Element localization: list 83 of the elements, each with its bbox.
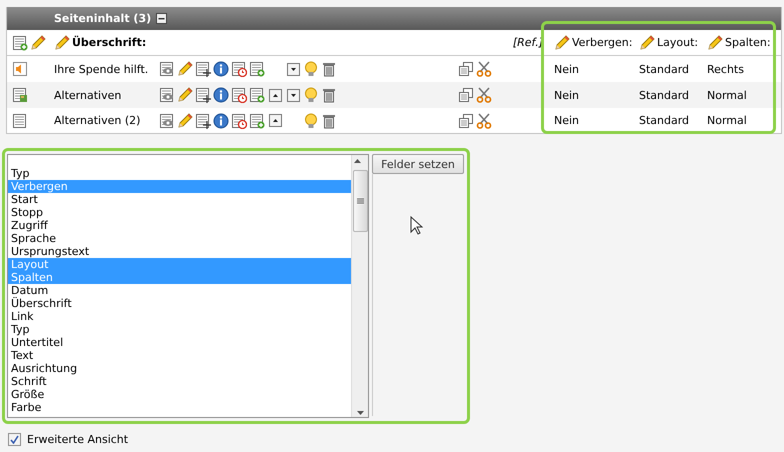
pencil-icon[interactable] — [30, 34, 46, 50]
move-down-icon[interactable] — [286, 62, 300, 76]
collapse-icon[interactable] — [156, 13, 168, 24]
add-icon[interactable] — [249, 61, 265, 77]
list-option[interactable]: Datum — [8, 284, 351, 297]
list-option[interactable]: Typ — [8, 167, 351, 180]
preview-icon[interactable] — [159, 87, 175, 103]
pencil-icon[interactable] — [639, 34, 655, 50]
pencil-icon[interactable] — [707, 34, 723, 50]
add-icon[interactable] — [249, 112, 265, 128]
info-icon[interactable] — [213, 112, 229, 128]
list-option[interactable]: Typ — [8, 323, 351, 336]
move-icon[interactable] — [195, 112, 211, 128]
clock-icon[interactable] — [231, 87, 247, 103]
pencil-icon[interactable] — [554, 34, 570, 50]
move-down-icon[interactable] — [286, 88, 300, 102]
copy-icon[interactable] — [458, 112, 474, 128]
pencil-icon[interactable] — [177, 61, 193, 77]
image-content-icon — [12, 87, 28, 103]
trash-icon[interactable] — [321, 61, 337, 77]
audio-icon — [12, 61, 28, 77]
lightbulb-icon[interactable] — [303, 112, 319, 128]
pencil-icon[interactable] — [54, 34, 70, 50]
clock-icon[interactable] — [231, 61, 247, 77]
list-option[interactable]: Schrift — [8, 375, 351, 388]
scissors-icon[interactable] — [476, 112, 492, 128]
scissors-icon[interactable] — [476, 87, 492, 103]
scissors-icon[interactable] — [476, 61, 492, 77]
move-icon[interactable] — [195, 61, 211, 77]
pencil-icon[interactable] — [177, 112, 193, 128]
mouse-pointer-icon — [410, 216, 423, 235]
clock-icon[interactable] — [231, 112, 247, 128]
move-icon[interactable] — [195, 87, 211, 103]
field-value: Standard — [639, 62, 690, 76]
list-option[interactable]: Start — [8, 193, 351, 206]
field-value: Nein — [554, 114, 580, 127]
field-value: Nein — [554, 62, 580, 76]
list-option[interactable]: Sprache — [8, 232, 351, 245]
record-title: Alternativen — [54, 88, 122, 102]
add-icon[interactable] — [249, 87, 265, 103]
scroll-down-icon[interactable] — [356, 409, 364, 417]
list-option[interactable]: Link — [8, 310, 351, 323]
list-option[interactable]: Stopp — [8, 206, 351, 219]
list-option[interactable]: Ursprungstext — [8, 245, 351, 258]
scroll-up-icon[interactable] — [352, 157, 362, 165]
trash-icon[interactable] — [321, 87, 337, 103]
record-title: Alternativen (2) — [54, 114, 140, 127]
panel-title: Seiteninhalt (3) — [54, 12, 152, 25]
preview-icon[interactable] — [159, 61, 175, 77]
preview-icon[interactable] — [159, 112, 175, 128]
field-value: Standard — [639, 88, 690, 102]
move-up-icon[interactable] — [268, 114, 282, 127]
field-listbox[interactable]: Typ Verbergen Start Stopp Zugriff Sprache Ursprungstext Layout Spalten Datum Überschrift Link Typ Untertitel Text Ausrichtung Schrift Größe Farbe — [7, 154, 369, 418]
column-header: Überschrift: — [72, 36, 146, 49]
column-header: Verbergen: — [572, 36, 632, 49]
list-option[interactable]: Text — [8, 349, 351, 362]
list-option[interactable]: Ausrichtung — [8, 362, 351, 375]
column-header: Spalten: — [725, 36, 771, 49]
list-option[interactable]: Überschrift — [8, 297, 351, 310]
pencil-icon[interactable] — [177, 87, 193, 103]
checkbox-label: Erweiterte Ansicht — [27, 433, 128, 446]
field-value: Rechts — [707, 62, 744, 76]
field-value: Normal — [707, 114, 747, 127]
list-option[interactable]: Zugriff — [8, 219, 351, 232]
move-up-icon[interactable] — [268, 88, 282, 102]
scrollbar-thumb[interactable] — [352, 170, 368, 232]
info-icon[interactable] — [213, 87, 229, 103]
copy-icon[interactable] — [458, 61, 474, 77]
info-icon[interactable] — [213, 61, 229, 77]
checkbox[interactable] — [8, 433, 21, 446]
field-value: Normal — [707, 88, 747, 102]
list-option[interactable]: Farbe — [8, 401, 351, 414]
column-header: Layout: — [657, 36, 698, 49]
new-record-icon[interactable] — [12, 34, 28, 50]
list-option[interactable]: Untertitel — [8, 336, 351, 349]
trash-icon[interactable] — [321, 112, 337, 128]
list-option[interactable]: Größe — [8, 388, 351, 401]
field-value: Nein — [554, 88, 580, 102]
apply-button[interactable]: Felder setzen — [372, 154, 464, 174]
copy-icon[interactable] — [458, 87, 474, 103]
table-icon — [12, 112, 28, 128]
field-value: Standard — [639, 114, 690, 127]
record-title: Ihre Spende hilft. — [54, 62, 148, 76]
